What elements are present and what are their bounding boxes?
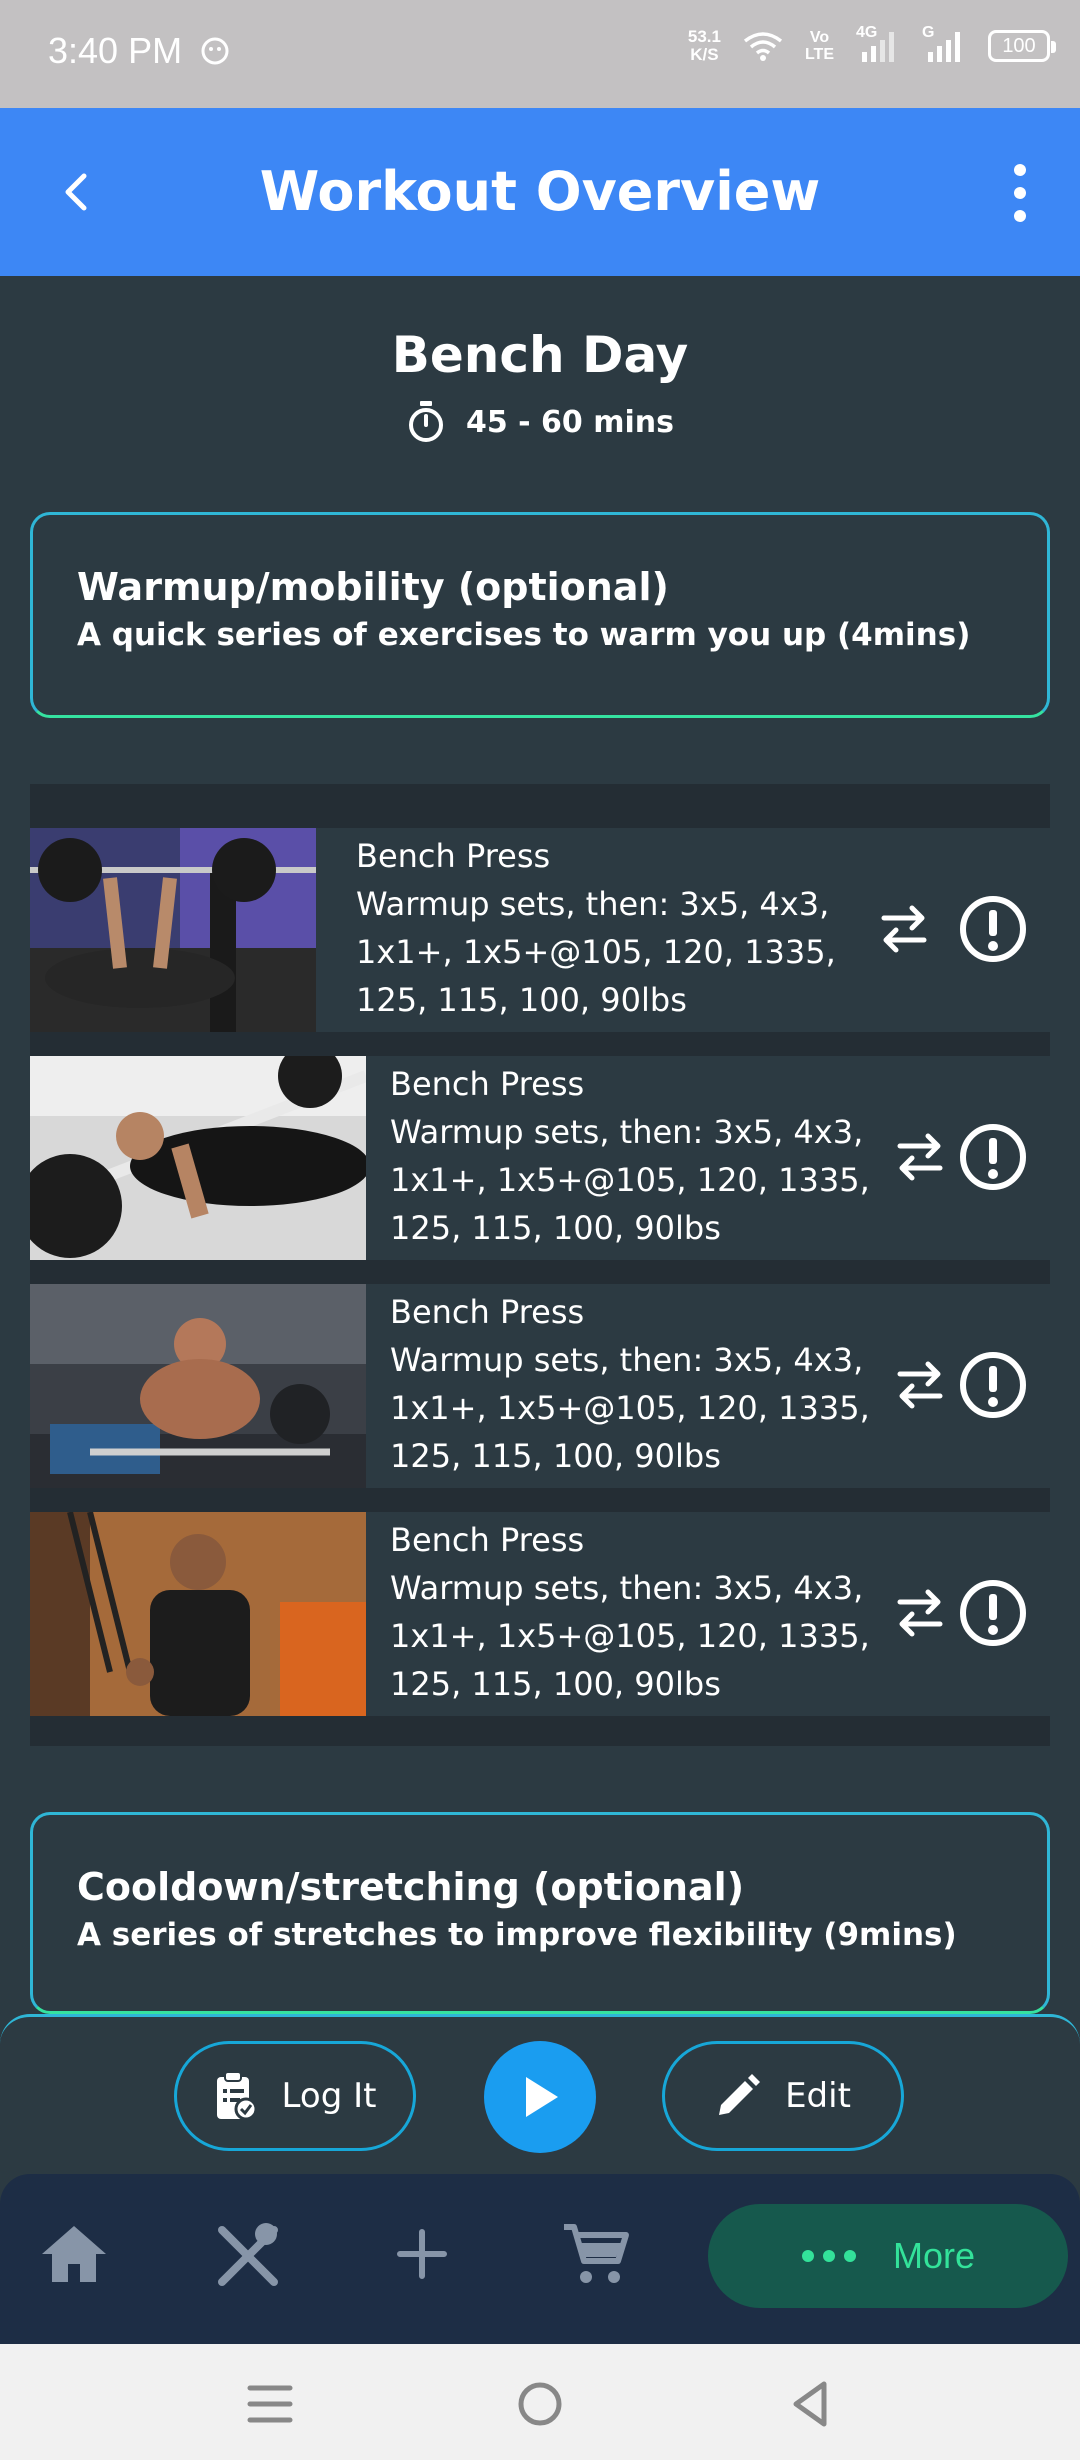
exercise-name: Bench Press xyxy=(390,1521,585,1559)
exercise-photo xyxy=(30,828,316,1032)
recent-apps-icon[interactable] xyxy=(240,2374,300,2434)
cooldown-description: A series of stretches to improve flexibi… xyxy=(77,1917,957,1953)
duration-text: 45 - 60 mins xyxy=(465,404,675,440)
bottom-nav: More xyxy=(0,2174,1080,2344)
home-icon xyxy=(42,2226,106,2282)
exercise-details: Bench Press Warmup sets, then: 3x5, 4x3,… xyxy=(390,1516,870,1708)
nav-home[interactable] xyxy=(34,2214,114,2294)
alert-circle-icon[interactable] xyxy=(958,1122,1028,1192)
net-speed: 53.1 K/S xyxy=(687,27,721,64)
system-nav-bar xyxy=(0,2344,1080,2460)
nav-more-label: More xyxy=(892,2235,976,2276)
exercise-list: Bench Press Warmup sets, then: 3x5, 4x3,… xyxy=(30,784,1050,1746)
dots-horizontal-icon xyxy=(801,2250,856,2262)
swap-icon[interactable] xyxy=(892,1128,948,1184)
swap-icon[interactable] xyxy=(892,1356,948,1412)
warmup-card[interactable]: Warmup/mobility (optional) A quick serie… xyxy=(30,512,1050,718)
workout-name: Bench Day xyxy=(391,326,689,384)
home-circle-icon[interactable] xyxy=(510,2374,570,2434)
exercise-row[interactable]: Bench Press Warmup sets, then: 3x5, 4x3,… xyxy=(30,1512,1050,1716)
log-it-label: Log It xyxy=(281,2076,377,2116)
edit-button[interactable]: Edit xyxy=(662,2041,904,2151)
workout-duration: 45 - 60 mins xyxy=(0,400,1080,444)
warmup-title: Warmup/mobility (optional) xyxy=(77,565,669,609)
signal-g: G xyxy=(922,24,966,64)
cooldown-title: Cooldown/stretching (optional) xyxy=(77,1865,745,1909)
status-indicators: 53.1 K/S Vo LTE 4G G 100 xyxy=(687,24,1056,64)
nav-more-button[interactable]: More xyxy=(708,2204,1068,2308)
plus-icon xyxy=(397,2229,447,2279)
swap-icon[interactable] xyxy=(876,900,932,956)
nav-nutrition[interactable] xyxy=(208,2214,288,2294)
exercise-photo xyxy=(30,1056,366,1260)
swap-icon[interactable] xyxy=(892,1584,948,1640)
alert-circle-icon[interactable] xyxy=(958,1350,1028,1420)
exercise-row[interactable]: Bench Press Warmup sets, then: 3x5, 4x3,… xyxy=(30,828,1050,1032)
exercise-photo xyxy=(30,1284,366,1488)
alert-circle-icon[interactable] xyxy=(958,1578,1028,1648)
exercise-details: Bench Press Warmup sets, then: 3x5, 4x3,… xyxy=(356,832,836,1024)
page-title: Workout Overview xyxy=(259,160,821,223)
app-header: Workout Overview xyxy=(0,108,1080,276)
wifi-icon xyxy=(743,32,783,61)
start-workout-button[interactable] xyxy=(484,2041,596,2153)
alert-circle-icon[interactable] xyxy=(958,894,1028,964)
status-bar: 3:40 PM 53.1 K/S Vo LTE 4G G 100 xyxy=(0,0,1080,108)
pencil-icon xyxy=(719,2074,761,2115)
volte-indicator: Vo LTE xyxy=(804,29,834,63)
status-time: 3:40 PM xyxy=(48,30,230,72)
exercise-photo xyxy=(30,1512,366,1716)
cooldown-card[interactable]: Cooldown/stretching (optional) A series … xyxy=(30,1812,1050,2014)
nav-shop[interactable] xyxy=(556,2214,636,2294)
exercise-name: Bench Press xyxy=(390,1293,585,1331)
utensils-icon xyxy=(218,2223,278,2286)
stopwatch-icon xyxy=(408,401,443,442)
log-it-button[interactable]: Log It xyxy=(174,2041,416,2151)
back-triangle-icon[interactable] xyxy=(780,2374,840,2434)
clipboard-check-icon xyxy=(216,2071,258,2121)
nav-add[interactable] xyxy=(382,2214,462,2294)
exercise-name: Bench Press xyxy=(356,837,551,875)
exercise-row[interactable]: Bench Press Warmup sets, then: 3x5, 4x3,… xyxy=(30,1056,1050,1260)
cart-icon xyxy=(564,2224,629,2283)
exercise-details: Bench Press Warmup sets, then: 3x5, 4x3,… xyxy=(390,1288,870,1480)
play-icon xyxy=(526,2077,558,2117)
edit-label: Edit xyxy=(785,2076,851,2116)
notification-icon xyxy=(201,37,229,65)
more-vertical-icon[interactable] xyxy=(1000,158,1040,228)
exercise-details: Bench Press Warmup sets, then: 3x5, 4x3,… xyxy=(390,1060,870,1252)
exercise-row[interactable]: Bench Press Warmup sets, then: 3x5, 4x3,… xyxy=(30,1284,1050,1488)
exercise-name: Bench Press xyxy=(390,1065,585,1103)
battery-indicator: 100 xyxy=(988,30,1056,62)
action-bar: Log It Edit xyxy=(0,2014,1080,2174)
signal-4g: 4G xyxy=(856,24,900,64)
warmup-description: A quick series of exercises to warm you … xyxy=(77,617,971,653)
